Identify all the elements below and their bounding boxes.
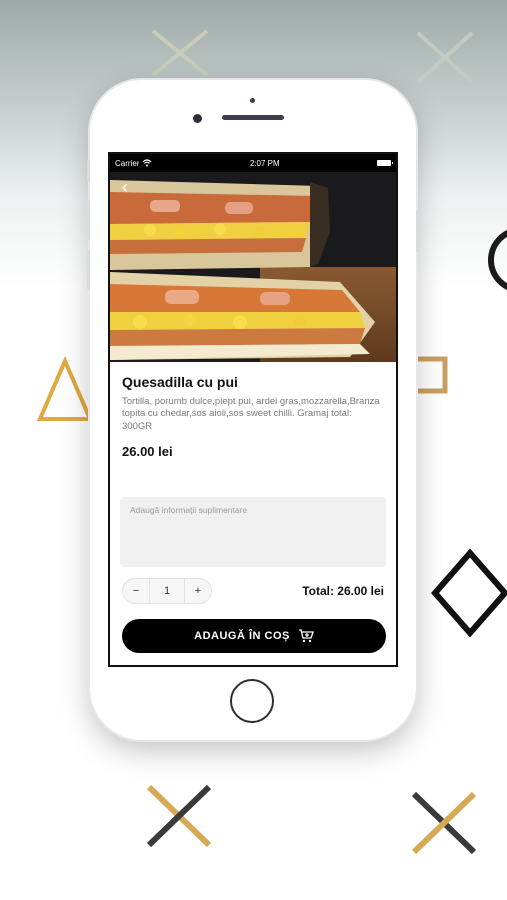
square-shape-right xyxy=(410,356,448,394)
phone-speaker xyxy=(222,115,284,120)
phone-silent-switch xyxy=(87,160,90,182)
status-time: 2:07 PM xyxy=(249,158,280,168)
phone-volume-up xyxy=(87,200,90,240)
total-price: Total: 26.00 lei xyxy=(302,584,384,598)
quantity-stepper: − 1 + xyxy=(122,578,212,604)
phone-volume-down xyxy=(87,250,90,290)
phone-power-button xyxy=(416,210,419,252)
battery-icon xyxy=(377,160,393,166)
phone-camera xyxy=(193,114,202,123)
add-to-cart-button[interactable]: ADAUGĂ ÎN COȘ xyxy=(122,619,386,653)
wifi-icon xyxy=(143,159,152,167)
app-screen: Carrier 2:07 PM ‹ Quesadilla cu pui Tort… xyxy=(108,152,398,667)
phone-sensor xyxy=(250,98,255,103)
x-shape-top-right xyxy=(416,31,474,84)
product-title: Quesadilla cu pui xyxy=(122,374,238,390)
carrier-label: Carrier xyxy=(115,158,140,168)
additional-info-field[interactable]: Adaugă informații suplimentare xyxy=(120,497,386,567)
home-button[interactable] xyxy=(230,679,274,723)
quantity-value: 1 xyxy=(149,579,185,603)
status-bar: Carrier 2:07 PM xyxy=(110,154,396,172)
decrement-button[interactable]: − xyxy=(123,585,149,597)
chevron-left-icon: ‹ xyxy=(122,177,128,197)
quesadilla-photo xyxy=(110,172,396,362)
add-to-cart-icon xyxy=(298,629,314,643)
product-image xyxy=(110,172,396,362)
add-to-cart-label: ADAUGĂ ÎN COȘ xyxy=(194,630,290,642)
x-shape-top-left xyxy=(151,29,209,77)
product-description: Tortilla, porumb dulce,piept pui, ardei … xyxy=(122,396,380,432)
increment-button[interactable]: + xyxy=(185,585,211,597)
circle-shape-right xyxy=(488,230,507,290)
triangle-shape-left xyxy=(36,355,94,421)
product-price: 26.00 lei xyxy=(122,444,173,459)
diamond-shape-right xyxy=(431,548,507,638)
x-shape-bottom-right xyxy=(411,791,477,855)
x-shape-bottom-left xyxy=(146,784,212,848)
back-button[interactable]: ‹ xyxy=(122,178,128,196)
